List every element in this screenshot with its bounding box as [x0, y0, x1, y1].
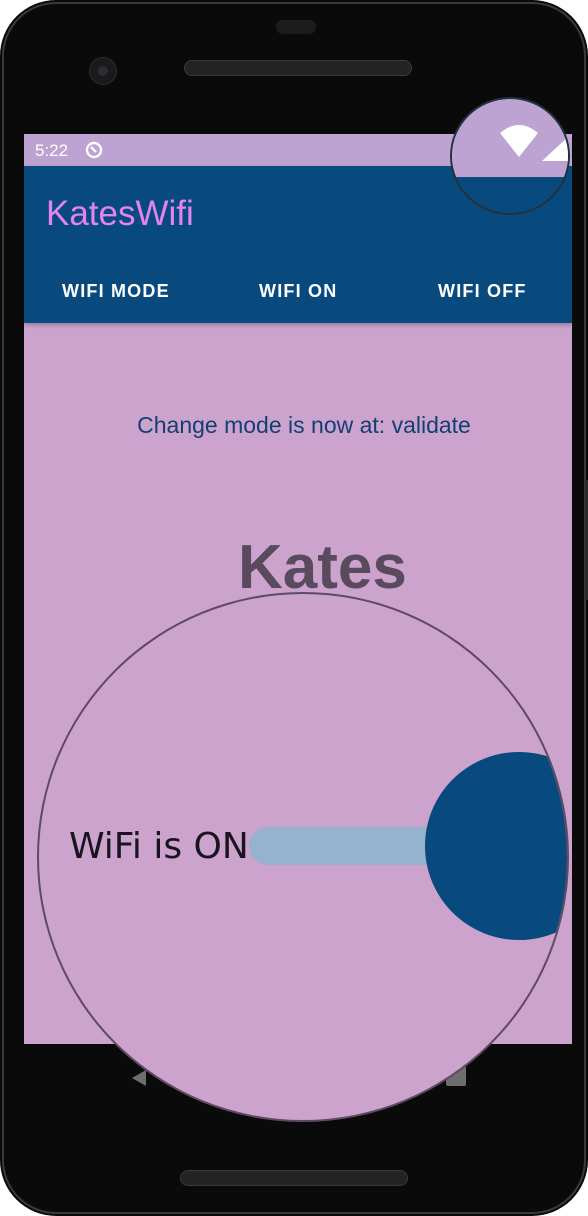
status-time: 5:22 [35, 141, 69, 160]
app-bar-zoom [452, 177, 568, 213]
sensor-notch [276, 20, 316, 34]
app-title: KatesWifi [46, 194, 194, 233]
wifi-switch-label: WiFi is ON [69, 826, 249, 867]
menu-wifi-mode[interactable]: WIFI MODE [62, 281, 170, 302]
bottom-speaker [180, 1170, 408, 1186]
phone-frame: 5:22 KatesWifi WIFI MODE WIFI ON WIFI OF… [0, 0, 588, 1216]
signal-icon [542, 136, 568, 161]
sync-icon [85, 141, 103, 159]
magnifier-lens: WiFi is ON [37, 592, 569, 1122]
wifi-switch-thumb[interactable] [425, 752, 567, 940]
earpiece-speaker [184, 60, 412, 76]
camera-icon [89, 57, 117, 85]
menu-wifi-on[interactable]: WIFI ON [259, 281, 337, 302]
back-icon[interactable] [128, 1068, 148, 1088]
status-magnifier-lens [450, 97, 570, 215]
wifi-icon [500, 125, 538, 157]
menu-wifi-off[interactable]: WIFI OFF [438, 281, 527, 302]
mode-status-message: Change mode is now at: validate [137, 412, 471, 438]
